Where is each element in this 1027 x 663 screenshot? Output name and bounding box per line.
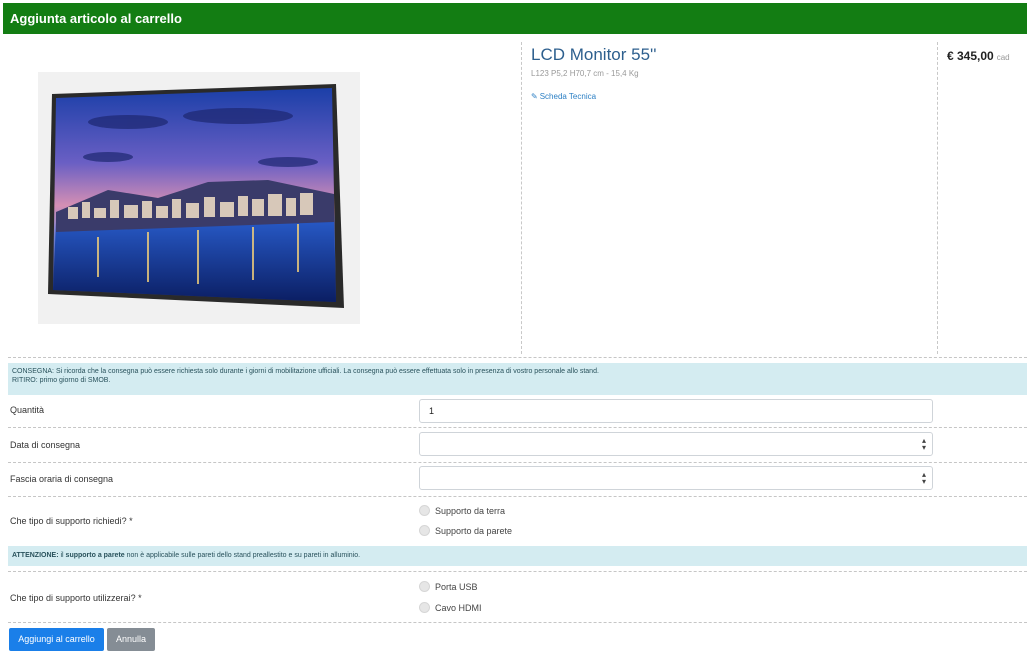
radio-circle-icon[interactable]	[419, 602, 430, 613]
warning-bold: supporto a parete	[65, 552, 125, 559]
quantity-label: Quantità	[10, 405, 45, 415]
divider	[8, 357, 1027, 358]
radio-hdmi[interactable]: Cavo HDMI	[419, 602, 482, 613]
product-image	[38, 72, 360, 324]
up-down-caret-icon: ▴ ▾	[921, 436, 926, 452]
add-to-cart-button[interactable]: Aggiungi al carrello	[9, 628, 104, 651]
radio-label: Porta USB	[435, 581, 478, 592]
radio-circle-icon[interactable]	[419, 525, 430, 536]
time-slot-select[interactable]: ▴ ▾	[419, 466, 933, 490]
divider	[8, 622, 1027, 623]
delivery-date-select[interactable]: ▴ ▾	[419, 432, 933, 456]
radio-wall-support[interactable]: Supporto da parete	[419, 525, 512, 536]
divider	[8, 462, 1027, 463]
delivery-notice-line: CONSEGNA: Si ricorda che la consegna può…	[12, 368, 599, 375]
product-title: LCD Monitor 55''	[531, 45, 657, 64]
pickup-notice-line: RITIRO: primo giorno di SMOB.	[12, 377, 111, 384]
price-unit: cad	[996, 53, 1010, 62]
dialog-title: Aggiunta articolo al carrello	[3, 3, 1027, 34]
radio-label: Supporto da terra	[435, 505, 506, 516]
connection-type-label: Che tipo di supporto utilizzerai? *	[10, 593, 142, 603]
cancel-button[interactable]: Annulla	[107, 628, 155, 651]
delivery-notice: CONSEGNA: Si ricorda che la consegna può…	[8, 363, 1027, 395]
warning-prefix: ATTENZIONE:	[12, 552, 59, 559]
radio-usb[interactable]: Porta USB	[419, 581, 478, 592]
divider	[8, 571, 1027, 572]
price-value: € 345,00	[947, 49, 994, 63]
radio-label: Supporto da parete	[435, 525, 513, 536]
radio-floor-support[interactable]: Supporto da terra	[419, 505, 505, 516]
up-down-caret-icon: ▴ ▾	[921, 470, 926, 486]
radio-circle-icon[interactable]	[419, 581, 430, 592]
warning-notice: ATTENZIONE: il supporto a parete non è a…	[8, 546, 1027, 566]
radio-circle-icon[interactable]	[419, 505, 430, 516]
radio-label: Cavo HDMI	[435, 602, 482, 613]
time-slot-label: Fascia oraria di consegna	[10, 474, 114, 484]
delivery-date-label: Data di consegna	[10, 440, 81, 450]
divider	[8, 496, 1027, 497]
divider	[8, 427, 1027, 428]
product-price: € 345,00 cad	[947, 49, 1010, 63]
warning-text: il	[58, 552, 66, 559]
pencil-icon: ✎	[531, 92, 538, 101]
monitor-illustration	[48, 84, 344, 308]
column-divider	[937, 42, 938, 354]
warning-text: non è applicabile sulle pareti dello sta…	[124, 552, 361, 559]
column-divider	[521, 42, 522, 354]
tech-sheet-label: Scheda Tecnica	[539, 92, 597, 101]
quantity-input[interactable]: 1	[419, 399, 933, 423]
product-dimensions: L123 P5,2 H70,7 cm - 15,4 Kg	[531, 69, 639, 78]
tech-sheet-link[interactable]: ✎ Scheda Tecnica	[531, 92, 596, 101]
support-type-label: Che tipo di supporto richiedi? *	[10, 516, 133, 526]
